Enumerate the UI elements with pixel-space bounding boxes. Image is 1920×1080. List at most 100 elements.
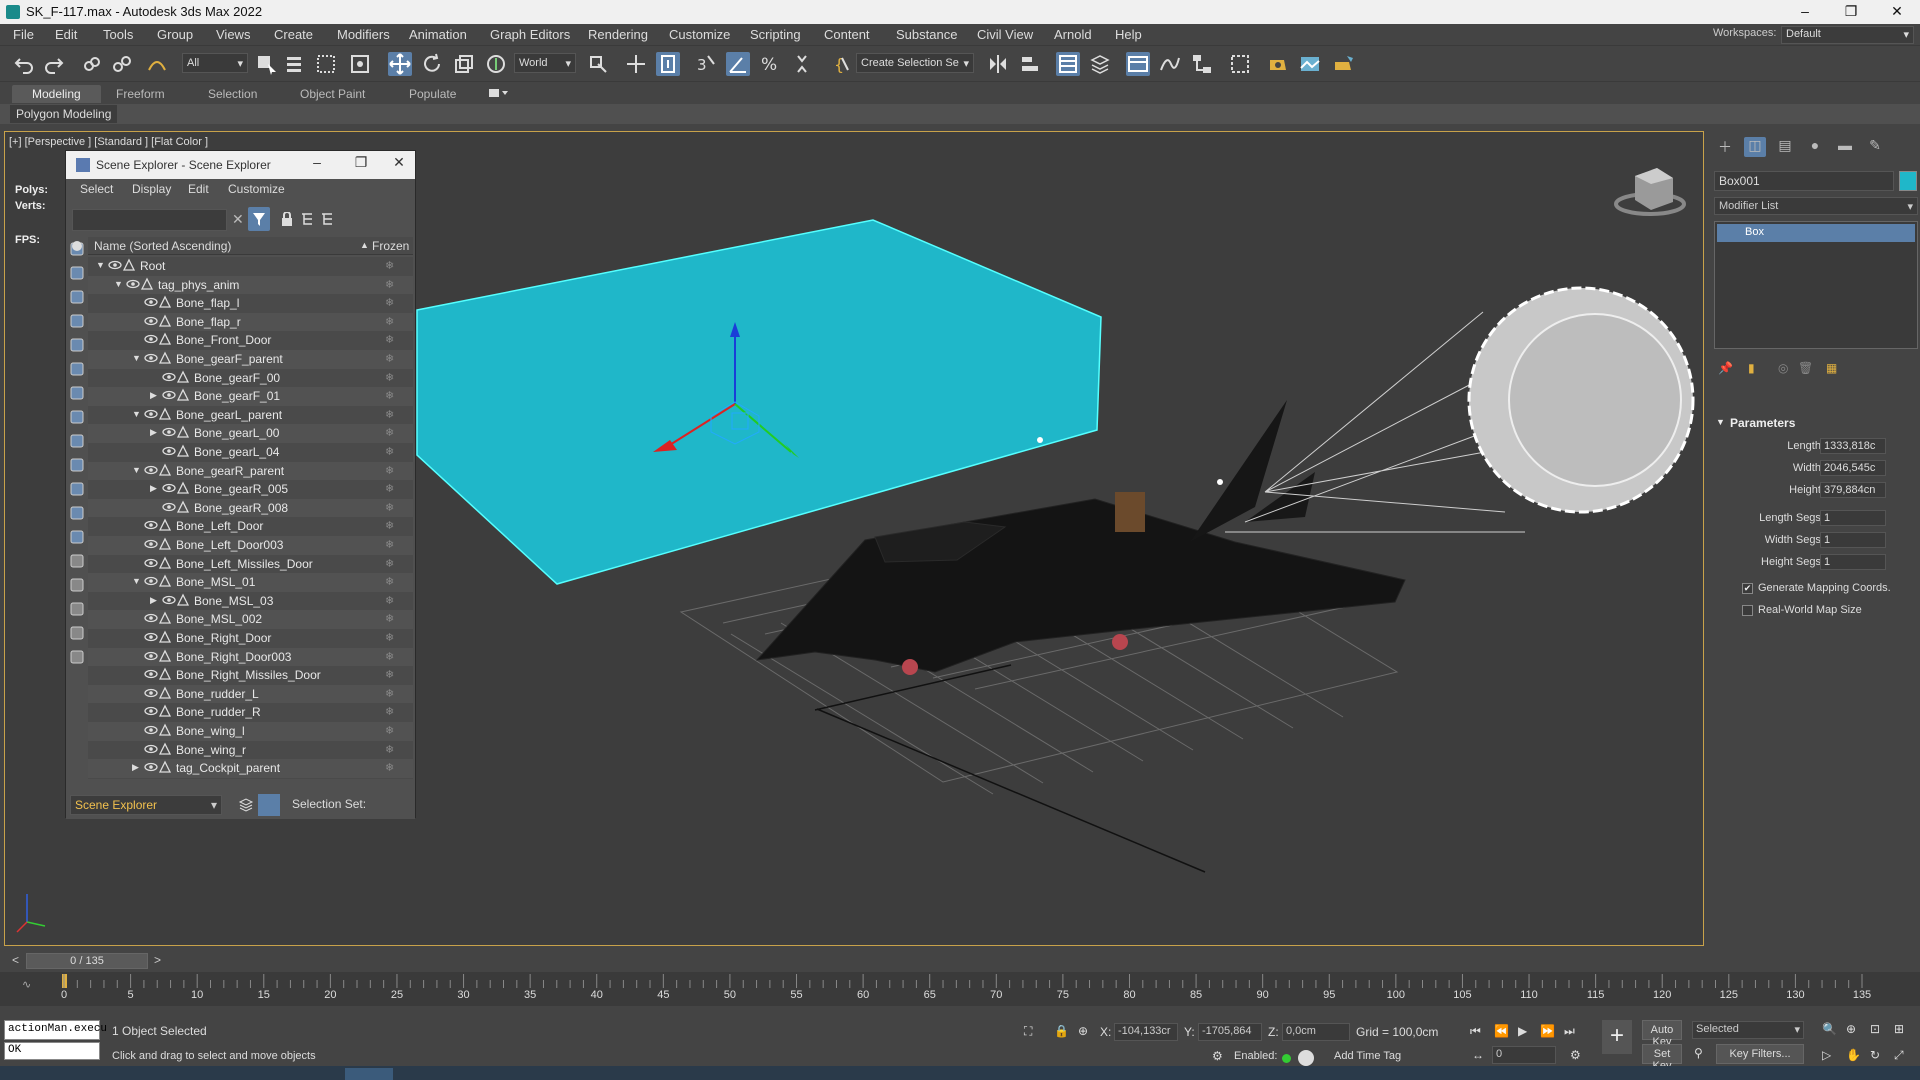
- filter-toggle-icon[interactable]: [248, 207, 270, 231]
- menu-graph-editors[interactable]: Graph Editors: [490, 27, 570, 42]
- visibility-eye-icon[interactable]: [144, 667, 158, 681]
- unlink-icon[interactable]: [110, 52, 134, 76]
- modify-tab-icon[interactable]: ◫: [1744, 137, 1766, 157]
- tab-freeform[interactable]: Freeform: [116, 85, 165, 103]
- group-filter-icon[interactable]: [69, 385, 85, 401]
- tree-item[interactable]: ▼ tag_phys_anim ❄: [88, 275, 413, 295]
- frozen-toggle-icon[interactable]: ❄: [385, 668, 394, 681]
- tree-item[interactable]: Bone_wing_r ❄: [88, 741, 413, 760]
- selection-filter-dropdown[interactable]: All ▾: [182, 53, 248, 73]
- visibility-eye-icon[interactable]: [144, 686, 158, 700]
- prev-frame-icon[interactable]: <: [12, 953, 19, 967]
- modifier-list-dropdown[interactable]: Modifier List ▾: [1714, 197, 1918, 215]
- frozen-toggle-icon[interactable]: ❄: [385, 538, 394, 551]
- hidden-filter-icon[interactable]: [69, 505, 85, 521]
- make-unique-icon[interactable]: ◎: [1778, 361, 1788, 375]
- key-mode-toggle-icon[interactable]: ↔: [1472, 1048, 1484, 1062]
- ribbon-toggle-icon[interactable]: [1126, 52, 1150, 76]
- frozen-toggle-icon[interactable]: ❄: [385, 501, 394, 514]
- invert-filter-icon[interactable]: [69, 577, 85, 593]
- menu-file[interactable]: File: [13, 27, 34, 42]
- sort-ascending-icon[interactable]: ▲: [360, 240, 369, 250]
- viewport-label[interactable]: [+] [Perspective ] [Standard ] [Flat Col…: [9, 136, 208, 148]
- tree-item[interactable]: Bone_flap_l ❄: [88, 294, 413, 313]
- add-time-tag-button[interactable]: Add Time Tag: [1334, 1050, 1401, 1062]
- y-coordinate-field[interactable]: -1705,864: [1198, 1023, 1262, 1041]
- menu-help[interactable]: Help: [1115, 27, 1142, 42]
- frozen-toggle-icon[interactable]: ❄: [385, 389, 394, 402]
- utilities-tab-icon[interactable]: ✎: [1864, 137, 1886, 157]
- explorer-menu-customize[interactable]: Customize: [228, 182, 285, 196]
- frozen-toggle-icon[interactable]: ❄: [385, 259, 394, 272]
- height-spinner[interactable]: 379,884cn: [1820, 482, 1886, 498]
- visibility-eye-icon[interactable]: [162, 370, 176, 384]
- scene-explorer-titlebar[interactable]: Scene Explorer - Scene Explorer – ❐ ✕: [66, 151, 415, 179]
- frozen-toggle-icon[interactable]: ❄: [385, 333, 394, 346]
- named-selection-dropdown[interactable]: Create Selection Se ▾: [856, 53, 974, 73]
- expand-arrow-icon[interactable]: ▶: [150, 390, 160, 401]
- collapse-arrow-icon[interactable]: ▼: [132, 409, 142, 419]
- menu-animation[interactable]: Animation: [409, 27, 467, 42]
- menu-substance[interactable]: Substance: [896, 27, 957, 42]
- frozen-toggle-icon[interactable]: ❄: [385, 631, 394, 644]
- tree-item[interactable]: Bone_rudder_R ❄: [88, 703, 413, 722]
- prev-key-icon[interactable]: ⏪: [1494, 1024, 1509, 1038]
- zoom-extents-all-icon[interactable]: ⊞: [1894, 1022, 1904, 1036]
- percent-snap-icon[interactable]: %: [758, 52, 782, 76]
- time-config-icon[interactable]: ⚙: [1570, 1048, 1581, 1062]
- window-crossing-icon[interactable]: [348, 52, 372, 76]
- current-frame-field[interactable]: 0: [1492, 1046, 1556, 1064]
- expand-arrow-icon[interactable]: ▶: [150, 483, 160, 494]
- all-filter-icon[interactable]: [69, 529, 85, 545]
- frozen-toggle-icon[interactable]: ❄: [385, 743, 394, 756]
- absolute-mode-icon[interactable]: ⊕: [1078, 1024, 1088, 1038]
- zoom-all-icon[interactable]: ⊕: [1846, 1022, 1856, 1036]
- isolate-selection-icon[interactable]: ⛶: [1024, 1024, 1032, 1039]
- set-keys-icon[interactable]: +: [1602, 1020, 1632, 1054]
- key-filters-button[interactable]: Key Filters...: [1716, 1044, 1804, 1064]
- next-frame-icon[interactable]: >: [154, 953, 161, 967]
- scale-tool-icon[interactable]: [452, 52, 476, 76]
- tree-item[interactable]: Bone_gearF_00 ❄: [88, 369, 413, 388]
- redo-icon[interactable]: [42, 52, 66, 76]
- menu-group[interactable]: Group: [157, 27, 193, 42]
- tab-populate[interactable]: Populate: [409, 85, 456, 103]
- frozen-toggle-icon[interactable]: ❄: [385, 612, 394, 625]
- collapse-arrow-icon[interactable]: ▼: [132, 465, 142, 475]
- configure-sets-icon[interactable]: ▦: [1826, 361, 1837, 375]
- visibility-eye-icon[interactable]: [144, 295, 158, 309]
- visibility-eye-icon[interactable]: [144, 407, 158, 421]
- visibility-eye-icon[interactable]: [144, 332, 158, 346]
- snaps-toggle-icon[interactable]: 3: [694, 52, 718, 76]
- menu-views[interactable]: Views: [216, 27, 250, 42]
- show-end-result-icon[interactable]: ▮: [1748, 361, 1755, 375]
- tree-item[interactable]: Bone_Front_Door ❄: [88, 331, 413, 350]
- collapse-arrow-icon[interactable]: ▼: [114, 279, 124, 289]
- clear-search-icon[interactable]: ✕: [232, 211, 244, 228]
- frozen-toggle-icon[interactable]: ❄: [385, 650, 394, 663]
- tree-item[interactable]: Bone_Right_Missiles_Door ❄: [88, 666, 413, 685]
- visibility-eye-icon[interactable]: [144, 611, 158, 625]
- play-icon[interactable]: ▶: [1518, 1024, 1527, 1038]
- mirror-icon[interactable]: [986, 52, 1010, 76]
- frozen-toggle-icon[interactable]: ❄: [385, 371, 394, 384]
- lock-icon[interactable]: [280, 211, 294, 229]
- tree-item[interactable]: Bone_flap_r ❄: [88, 312, 413, 332]
- light-filter-icon[interactable]: [69, 289, 85, 305]
- motion-tab-icon[interactable]: ●: [1804, 137, 1826, 157]
- tree-item[interactable]: ▼ Bone_gearF_parent ❄: [88, 350, 413, 369]
- hierarchy-icon[interactable]: [320, 212, 334, 229]
- curve-editor-icon[interactable]: [1158, 52, 1182, 76]
- link-icon[interactable]: [80, 52, 104, 76]
- visibility-eye-icon[interactable]: [162, 593, 176, 607]
- close-button[interactable]: ✕: [1874, 0, 1920, 24]
- visibility-eye-icon[interactable]: [144, 742, 158, 756]
- visibility-eye-icon[interactable]: [144, 760, 158, 774]
- generate-mapping-checkbox[interactable]: ✔: [1742, 583, 1753, 594]
- visibility-eye-icon[interactable]: [144, 556, 158, 570]
- tab-selection[interactable]: Selection: [208, 85, 257, 103]
- expand-arrow-icon[interactable]: ▶: [150, 595, 160, 606]
- visibility-eye-icon[interactable]: [144, 704, 158, 718]
- workspaces-dropdown[interactable]: Default ▾: [1781, 26, 1914, 44]
- maximize-button[interactable]: ❐: [1828, 0, 1874, 24]
